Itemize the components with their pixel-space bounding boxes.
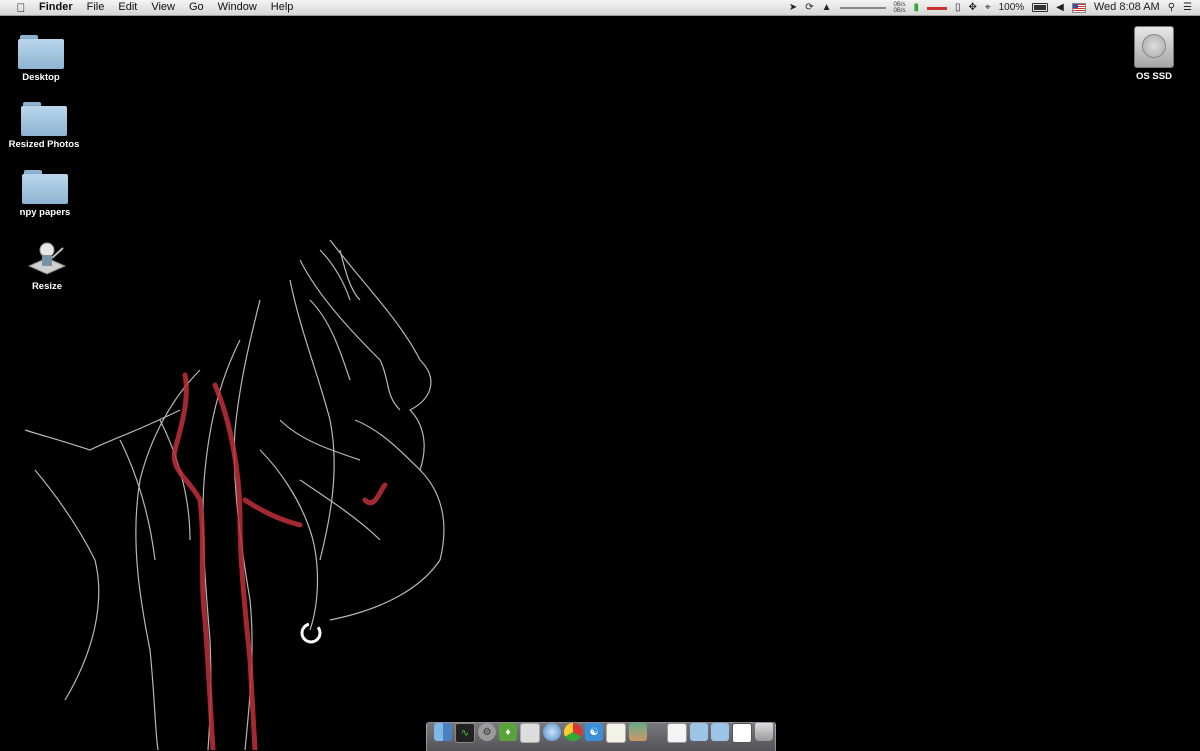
rocket-icon[interactable]: ➤ [789,0,797,15]
resized-photos-folder[interactable]: Resized Photos [0,102,89,150]
move-icon[interactable]: ✥ [969,0,977,15]
menu-edit[interactable]: Edit [111,0,144,15]
menu-help[interactable]: Help [264,0,301,15]
spotlight-search-icon[interactable]: ⚲ [1168,0,1175,15]
npy-papers-label: npy papers [19,207,71,218]
safari-icon[interactable] [543,723,561,741]
separator-line [839,6,886,9]
document-icon[interactable] [667,723,687,743]
automator-icon [27,242,67,275]
resize-label: Resize [31,281,63,292]
folder-icon[interactable] [711,723,729,741]
os-ssd-drive[interactable]: OS SSD [1109,26,1199,82]
preview-icon[interactable] [520,723,540,743]
apple-menu-icon[interactable]:  [12,1,30,15]
twitter-icon[interactable]: ☯ [585,723,603,741]
battery-icon[interactable] [1032,3,1049,12]
net-down-rate: 0B/s [893,7,906,14]
desktop-wallpaper [24,239,445,750]
menu-go[interactable]: Go [182,0,211,15]
finder-icon[interactable] [434,723,452,741]
clock[interactable]: Wed 8:08 AM [1094,0,1160,15]
os-ssd-label: OS SSD [1136,71,1172,82]
resized-photos-label: Resized Photos [8,139,80,150]
menu-window[interactable]: Window [211,0,264,15]
cpu-meter-icon[interactable]: ▬▬ [927,0,947,15]
network-monitor[interactable]: 0B/s 0B/s [894,2,906,14]
notification-center-icon[interactable]: ☰ [1183,0,1192,15]
window-icon[interactable] [732,723,752,743]
evernote-icon[interactable]: ♦ [499,723,517,741]
google-drive-icon[interactable]: ▲ [822,0,832,15]
folder-icon [18,35,64,69]
hard-drive-icon [1134,26,1174,68]
volume-icon[interactable]: ◀ [1056,0,1064,15]
us-flag-input-icon[interactable] [1071,2,1086,13]
textedit-icon[interactable] [606,723,626,743]
sync-icon[interactable]: ⟳ [805,0,813,15]
trash-icon[interactable] [755,723,773,741]
resize-app[interactable]: Resize [2,238,92,292]
photos-icon[interactable] [629,723,647,741]
chrome-icon[interactable] [564,723,582,741]
menu-view[interactable]: View [144,0,182,15]
folder-icon[interactable] [690,723,708,741]
memory-meter-icon[interactable]: ▮ [914,0,920,15]
activity-monitor-icon[interactable]: ∿ [455,723,475,743]
system-preferences-icon[interactable]: ⚙ [478,723,496,741]
npy-papers-folder[interactable]: npy papers [0,170,90,218]
folder-icon [22,170,68,204]
app-menu-finder[interactable]: Finder [30,0,80,15]
folder-icon [21,102,67,136]
wifi-icon[interactable]: ⌖ [985,0,991,15]
desktop-folder-label: Desktop [22,72,60,83]
desktop-folder[interactable]: Desktop [0,35,86,83]
menu-file[interactable]: File [80,0,112,15]
menu-bar:  Finder File Edit View Go Window Help ➤… [0,0,1200,16]
phone-icon[interactable]: ▯ [955,0,961,15]
battery-percent[interactable]: 100% [999,0,1025,15]
dock-items: ∿ ⚙ ♦ ☯ [434,723,773,743]
